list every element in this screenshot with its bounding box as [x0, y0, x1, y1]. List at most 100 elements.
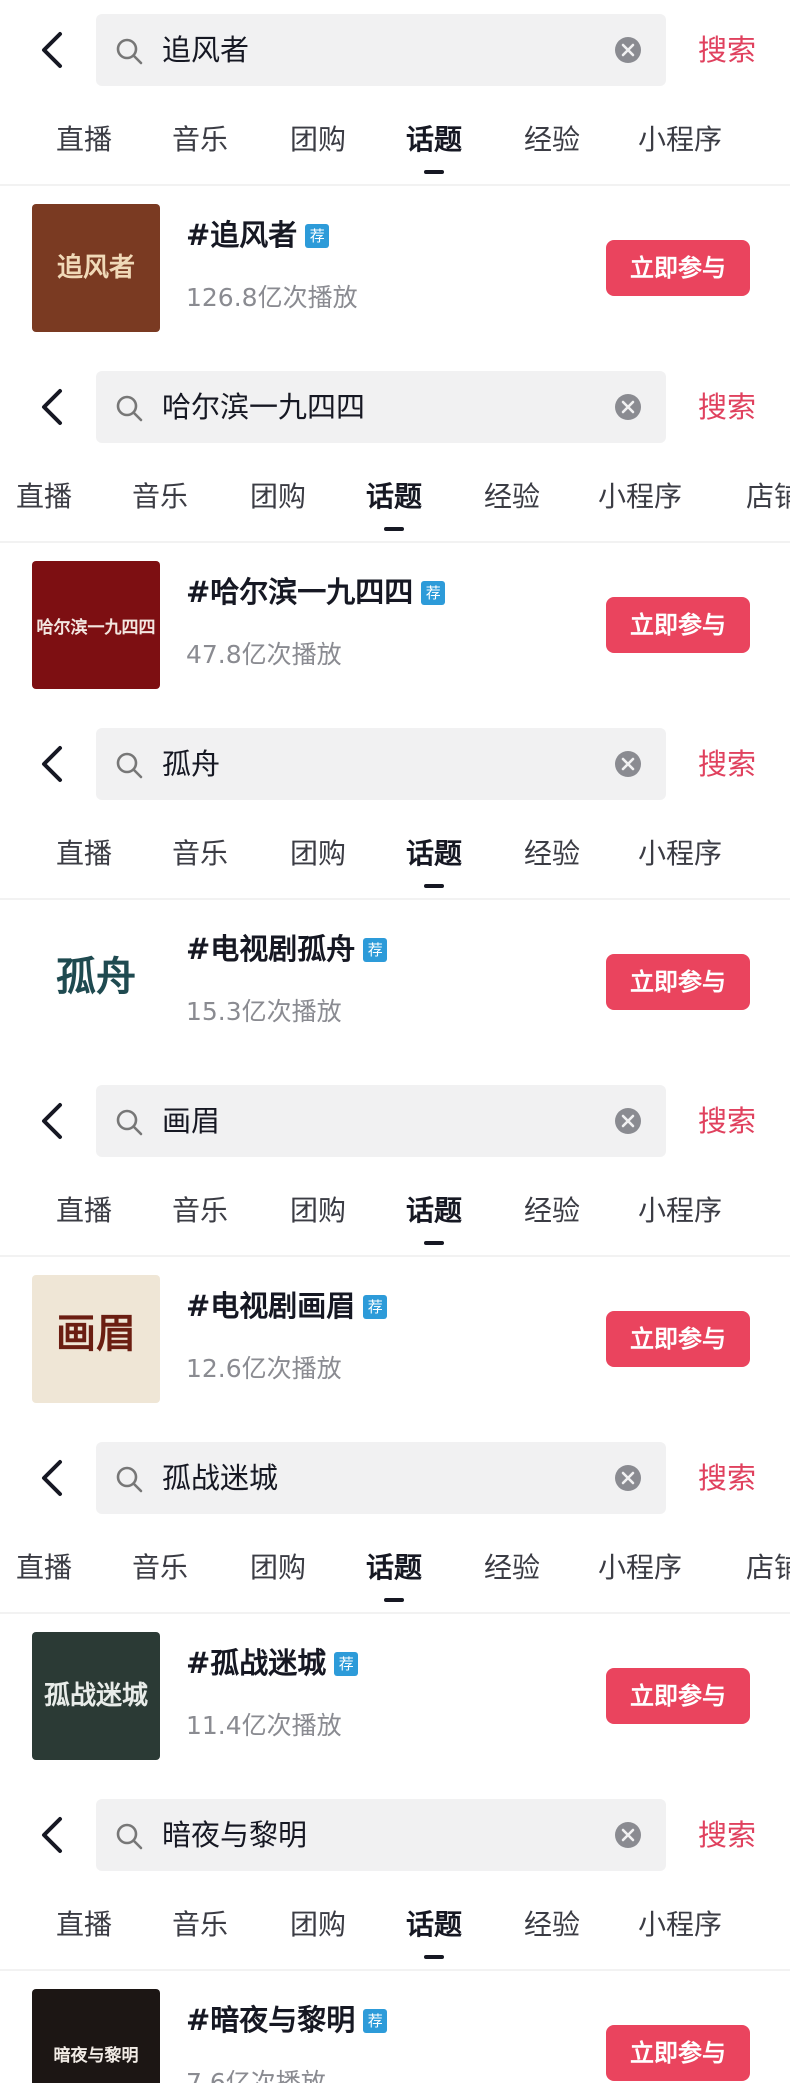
clear-icon[interactable]	[614, 36, 642, 68]
search-button[interactable]: 搜索	[698, 357, 756, 457]
search-icon	[114, 393, 144, 427]
tab-4[interactable]: 经验	[524, 1175, 580, 1247]
tab-5[interactable]: 小程序	[638, 1175, 722, 1247]
tab-5[interactable]: 小程序	[638, 818, 722, 890]
tab-3[interactable]: 话题	[406, 1175, 462, 1247]
recommended-badge: 荐	[421, 581, 446, 605]
tab-2[interactable]: 团购	[290, 1889, 346, 1961]
search-query: 画眉	[162, 1104, 221, 1138]
topic-title[interactable]: #哈尔滨一九四四荐	[186, 569, 446, 611]
join-button[interactable]: 立即参与	[606, 1668, 750, 1724]
topic-title[interactable]: #追风者荐	[186, 212, 330, 254]
search-result-section: 孤舟 搜索 直播 音乐 团购 话题 经验 小程序 孤舟 #电视剧孤舟荐 15.3亿次播放 …	[0, 714, 790, 1071]
topic-title[interactable]: #电视剧孤舟荐	[186, 926, 388, 968]
back-arrow-icon[interactable]	[34, 387, 74, 427]
play-count: 126.8亿次播放	[186, 283, 358, 312]
topic-cover[interactable]: 孤战迷城	[32, 1632, 160, 1760]
tab-0[interactable]: 直播	[56, 104, 112, 176]
join-button[interactable]: 立即参与	[606, 954, 750, 1010]
join-button[interactable]: 立即参与	[606, 2025, 750, 2081]
back-arrow-icon[interactable]	[34, 744, 74, 784]
tab-6[interactable]: 店铺	[746, 1532, 790, 1604]
tab-0[interactable]: 直播	[16, 1532, 72, 1604]
search-input[interactable]: 画眉	[96, 1085, 666, 1157]
tab-0[interactable]: 直播	[56, 818, 112, 890]
search-button[interactable]: 搜索	[698, 714, 756, 814]
tab-0[interactable]: 直播	[56, 1175, 112, 1247]
clear-icon[interactable]	[614, 750, 642, 782]
cover-title: 孤舟	[56, 953, 136, 1000]
play-count: 15.3亿次播放	[186, 997, 342, 1026]
join-button[interactable]: 立即参与	[606, 1311, 750, 1367]
search-button[interactable]: 搜索	[698, 1785, 756, 1885]
tab-3[interactable]: 话题	[366, 1532, 422, 1604]
topic-cover[interactable]: 暗夜与黎明	[32, 1989, 160, 2083]
play-count: 12.6亿次播放	[186, 1354, 342, 1383]
topic-title[interactable]: #暗夜与黎明荐	[186, 1997, 388, 2039]
tab-4[interactable]: 经验	[524, 818, 580, 890]
tab-0[interactable]: 直播	[16, 461, 72, 533]
clear-icon[interactable]	[614, 1464, 642, 1496]
back-arrow-icon[interactable]	[34, 1101, 74, 1141]
tab-5[interactable]: 小程序	[638, 104, 722, 176]
tab-3[interactable]: 话题	[366, 461, 422, 533]
topic-cover[interactable]: 追风者	[32, 204, 160, 332]
tab-5[interactable]: 小程序	[638, 1889, 722, 1961]
tab-3[interactable]: 话题	[406, 1889, 462, 1961]
search-icon	[114, 36, 144, 70]
tab-0[interactable]: 直播	[56, 1889, 112, 1961]
back-arrow-icon[interactable]	[34, 30, 74, 70]
topic-cover[interactable]: 哈尔滨一九四四	[32, 561, 160, 689]
play-count: 11.4亿次播放	[186, 1711, 342, 1740]
result-tabs: 直播 音乐 团购 话题 经验 小程序	[0, 1889, 790, 1969]
tab-2[interactable]: 团购	[250, 1532, 306, 1604]
join-button[interactable]: 立即参与	[606, 597, 750, 653]
back-arrow-icon[interactable]	[34, 1815, 74, 1855]
tab-1[interactable]: 音乐	[172, 1175, 228, 1247]
topic-title[interactable]: #电视剧画眉荐	[186, 1283, 388, 1325]
tab-1[interactable]: 音乐	[172, 818, 228, 890]
result-tabs: 直播 音乐 团购 话题 经验 小程序 店铺	[0, 1532, 790, 1612]
tab-4[interactable]: 经验	[484, 461, 540, 533]
tab-3[interactable]: 话题	[406, 818, 462, 890]
tab-1[interactable]: 音乐	[132, 461, 188, 533]
tab-4[interactable]: 经验	[524, 1889, 580, 1961]
search-button[interactable]: 搜索	[698, 1071, 756, 1171]
tab-5[interactable]: 小程序	[598, 461, 682, 533]
tab-1[interactable]: 音乐	[132, 1532, 188, 1604]
topic-title[interactable]: #孤战迷城荐	[186, 1640, 359, 1682]
topic-hashtag: #追风者	[186, 218, 298, 252]
search-query: 暗夜与黎明	[162, 1818, 308, 1852]
search-icon	[114, 1821, 144, 1855]
tab-5[interactable]: 小程序	[598, 1532, 682, 1604]
search-button[interactable]: 搜索	[698, 1428, 756, 1528]
tab-2[interactable]: 团购	[290, 818, 346, 890]
tab-6[interactable]: 店铺	[746, 461, 790, 533]
search-input[interactable]: 哈尔滨一九四四	[96, 371, 666, 443]
tab-1[interactable]: 音乐	[172, 1889, 228, 1961]
search-icon	[114, 1464, 144, 1498]
clear-icon[interactable]	[614, 1107, 642, 1139]
back-arrow-icon[interactable]	[34, 1458, 74, 1498]
search-button[interactable]: 搜索	[698, 0, 756, 100]
tab-2[interactable]: 团购	[290, 104, 346, 176]
topic-hashtag: #电视剧孤舟	[186, 932, 356, 966]
join-button[interactable]: 立即参与	[606, 240, 750, 296]
cover-title: 画眉	[56, 1310, 136, 1357]
topic-cover[interactable]: 画眉	[32, 1275, 160, 1403]
tab-3[interactable]: 话题	[406, 104, 462, 176]
search-input[interactable]: 孤舟	[96, 728, 666, 800]
search-input[interactable]: 孤战迷城	[96, 1442, 666, 1514]
clear-icon[interactable]	[614, 1821, 642, 1853]
search-result-section: 孤战迷城 搜索 直播 音乐 团购 话题 经验 小程序 店铺 孤战迷城 #孤战迷城荐 11.4…	[0, 1428, 790, 1785]
topic-cover[interactable]: 孤舟	[32, 918, 160, 1046]
tab-2[interactable]: 团购	[290, 1175, 346, 1247]
tab-4[interactable]: 经验	[524, 104, 580, 176]
tab-4[interactable]: 经验	[484, 1532, 540, 1604]
clear-icon[interactable]	[614, 393, 642, 425]
tab-1[interactable]: 音乐	[172, 104, 228, 176]
divider	[0, 898, 790, 900]
search-input[interactable]: 追风者	[96, 14, 666, 86]
search-input[interactable]: 暗夜与黎明	[96, 1799, 666, 1871]
tab-2[interactable]: 团购	[250, 461, 306, 533]
